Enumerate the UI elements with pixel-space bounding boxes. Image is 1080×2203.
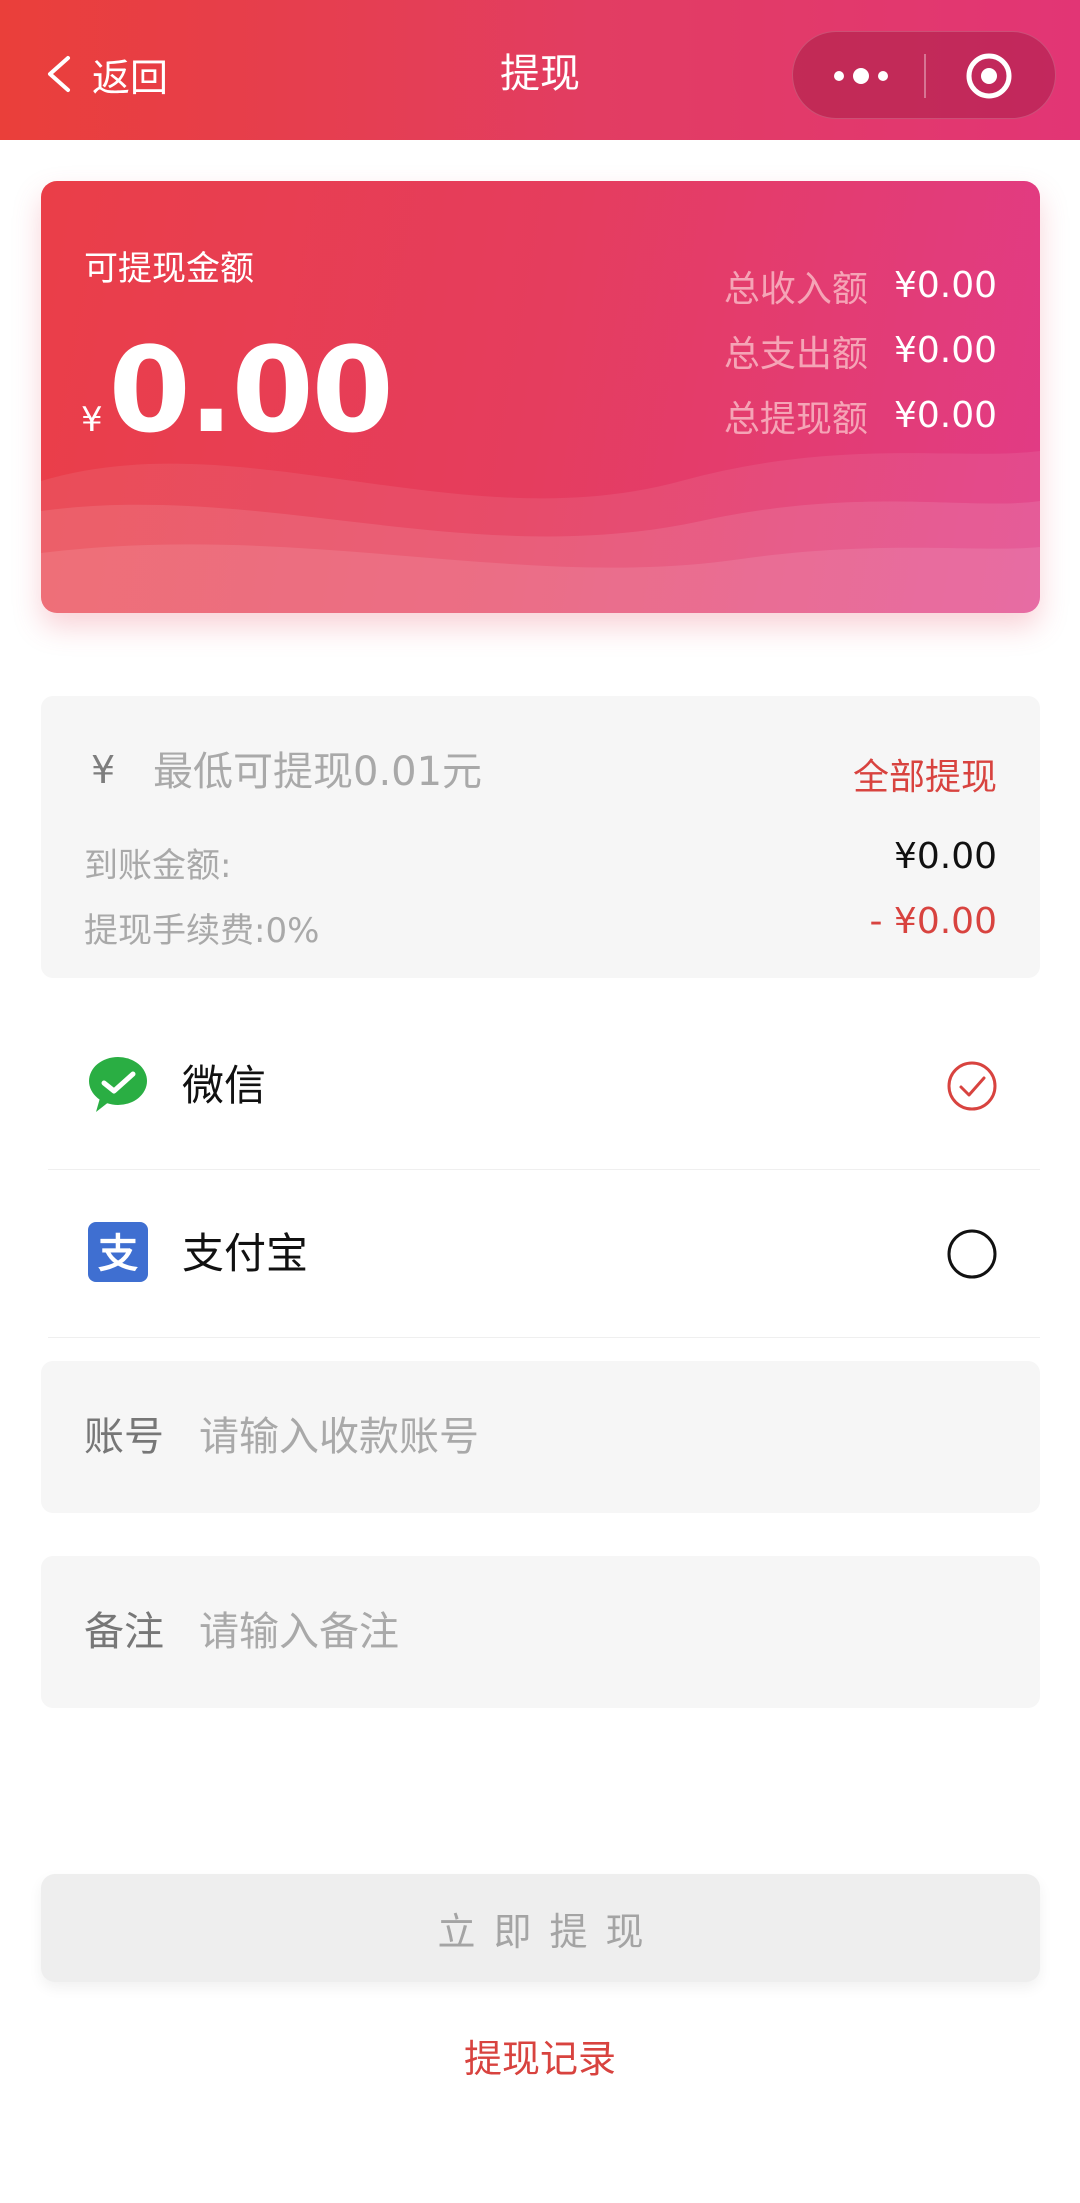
stat-label: 总收入额 xyxy=(723,268,868,310)
remark-label: 备注 xyxy=(84,1609,164,1655)
withdraw-submit-button[interactable]: 立即提现 xyxy=(41,1874,1040,1982)
fee-label: 提现手续费:0% xyxy=(84,911,320,951)
available-amount-label: 可提现金额 xyxy=(84,249,254,289)
stat-value: ¥0.00 xyxy=(893,330,997,371)
withdraw-record-link[interactable]: 提现记录 xyxy=(0,2028,1080,2083)
available-amount: ¥ 0.00 xyxy=(81,321,394,459)
payment-method-label: 微信 xyxy=(182,1061,267,1110)
wechat-icon xyxy=(89,1057,147,1112)
arrival-amount-value: ¥0.00 xyxy=(893,836,997,877)
more-icon[interactable] xyxy=(829,52,893,100)
fee-value: - ¥0.00 xyxy=(869,901,998,942)
radio-unchecked-icon[interactable] xyxy=(946,1228,998,1280)
stat-label: 总支出额 xyxy=(723,333,868,375)
balance-stats: 总收入额 ¥0.00 总支出额 ¥0.00 总提现额 ¥0.00 xyxy=(577,253,997,448)
stat-value: ¥0.00 xyxy=(893,395,997,436)
available-amount-value: 0.00 xyxy=(108,321,394,459)
payment-method-wechat[interactable]: 微信 xyxy=(48,1002,1040,1170)
withdraw-all-button[interactable]: 全部提现 xyxy=(853,748,997,800)
back-label: 返回 xyxy=(92,55,169,100)
svg-text:支: 支 xyxy=(98,1231,138,1277)
balance-card: 可提现金额 ¥ 0.00 总收入额 ¥0.00 总支出额 ¥0.00 总提现额 … xyxy=(41,181,1040,613)
remark-field: 备注 xyxy=(41,1556,1040,1708)
stat-label: 总提现额 xyxy=(723,398,868,440)
capsule-divider xyxy=(924,54,926,98)
currency-symbol: ¥ xyxy=(81,400,103,440)
withdraw-amount-box: ¥ 全部提现 到账金额: ¥0.00 提现手续费:0% - ¥0.00 xyxy=(41,696,1040,978)
nav-bar: 提现 返回 xyxy=(0,0,1080,140)
arrival-amount-label: 到账金额: xyxy=(84,846,232,886)
input-currency-symbol: ¥ xyxy=(91,748,116,792)
back-button[interactable]: 返回 xyxy=(40,46,168,102)
radio-checked-icon[interactable] xyxy=(946,1060,998,1112)
stat-total-withdrawn: 总提现额 ¥0.00 xyxy=(577,383,997,448)
close-target-icon[interactable] xyxy=(961,52,1017,100)
account-label: 账号 xyxy=(84,1414,164,1460)
alipay-icon: 支 xyxy=(88,1222,148,1282)
stat-total-income: 总收入额 ¥0.00 xyxy=(577,253,997,318)
payment-method-label: 支付宝 xyxy=(182,1229,309,1278)
account-input[interactable] xyxy=(199,1407,999,1467)
withdraw-page: 提现 返回 可提现金额 ¥ 0.00 总收入额 ¥0.00 总支出额 ¥0.00… xyxy=(0,0,1080,2203)
stat-total-expense: 总支出额 ¥0.00 xyxy=(577,318,997,383)
withdraw-amount-input[interactable] xyxy=(153,744,753,800)
remark-input[interactable] xyxy=(199,1602,999,1662)
account-field: 账号 xyxy=(41,1361,1040,1513)
payment-method-alipay[interactable]: 支 支付宝 xyxy=(48,1170,1040,1338)
chevron-left-icon xyxy=(48,56,70,92)
mini-program-capsule xyxy=(792,31,1056,119)
stat-value: ¥0.00 xyxy=(893,265,997,306)
